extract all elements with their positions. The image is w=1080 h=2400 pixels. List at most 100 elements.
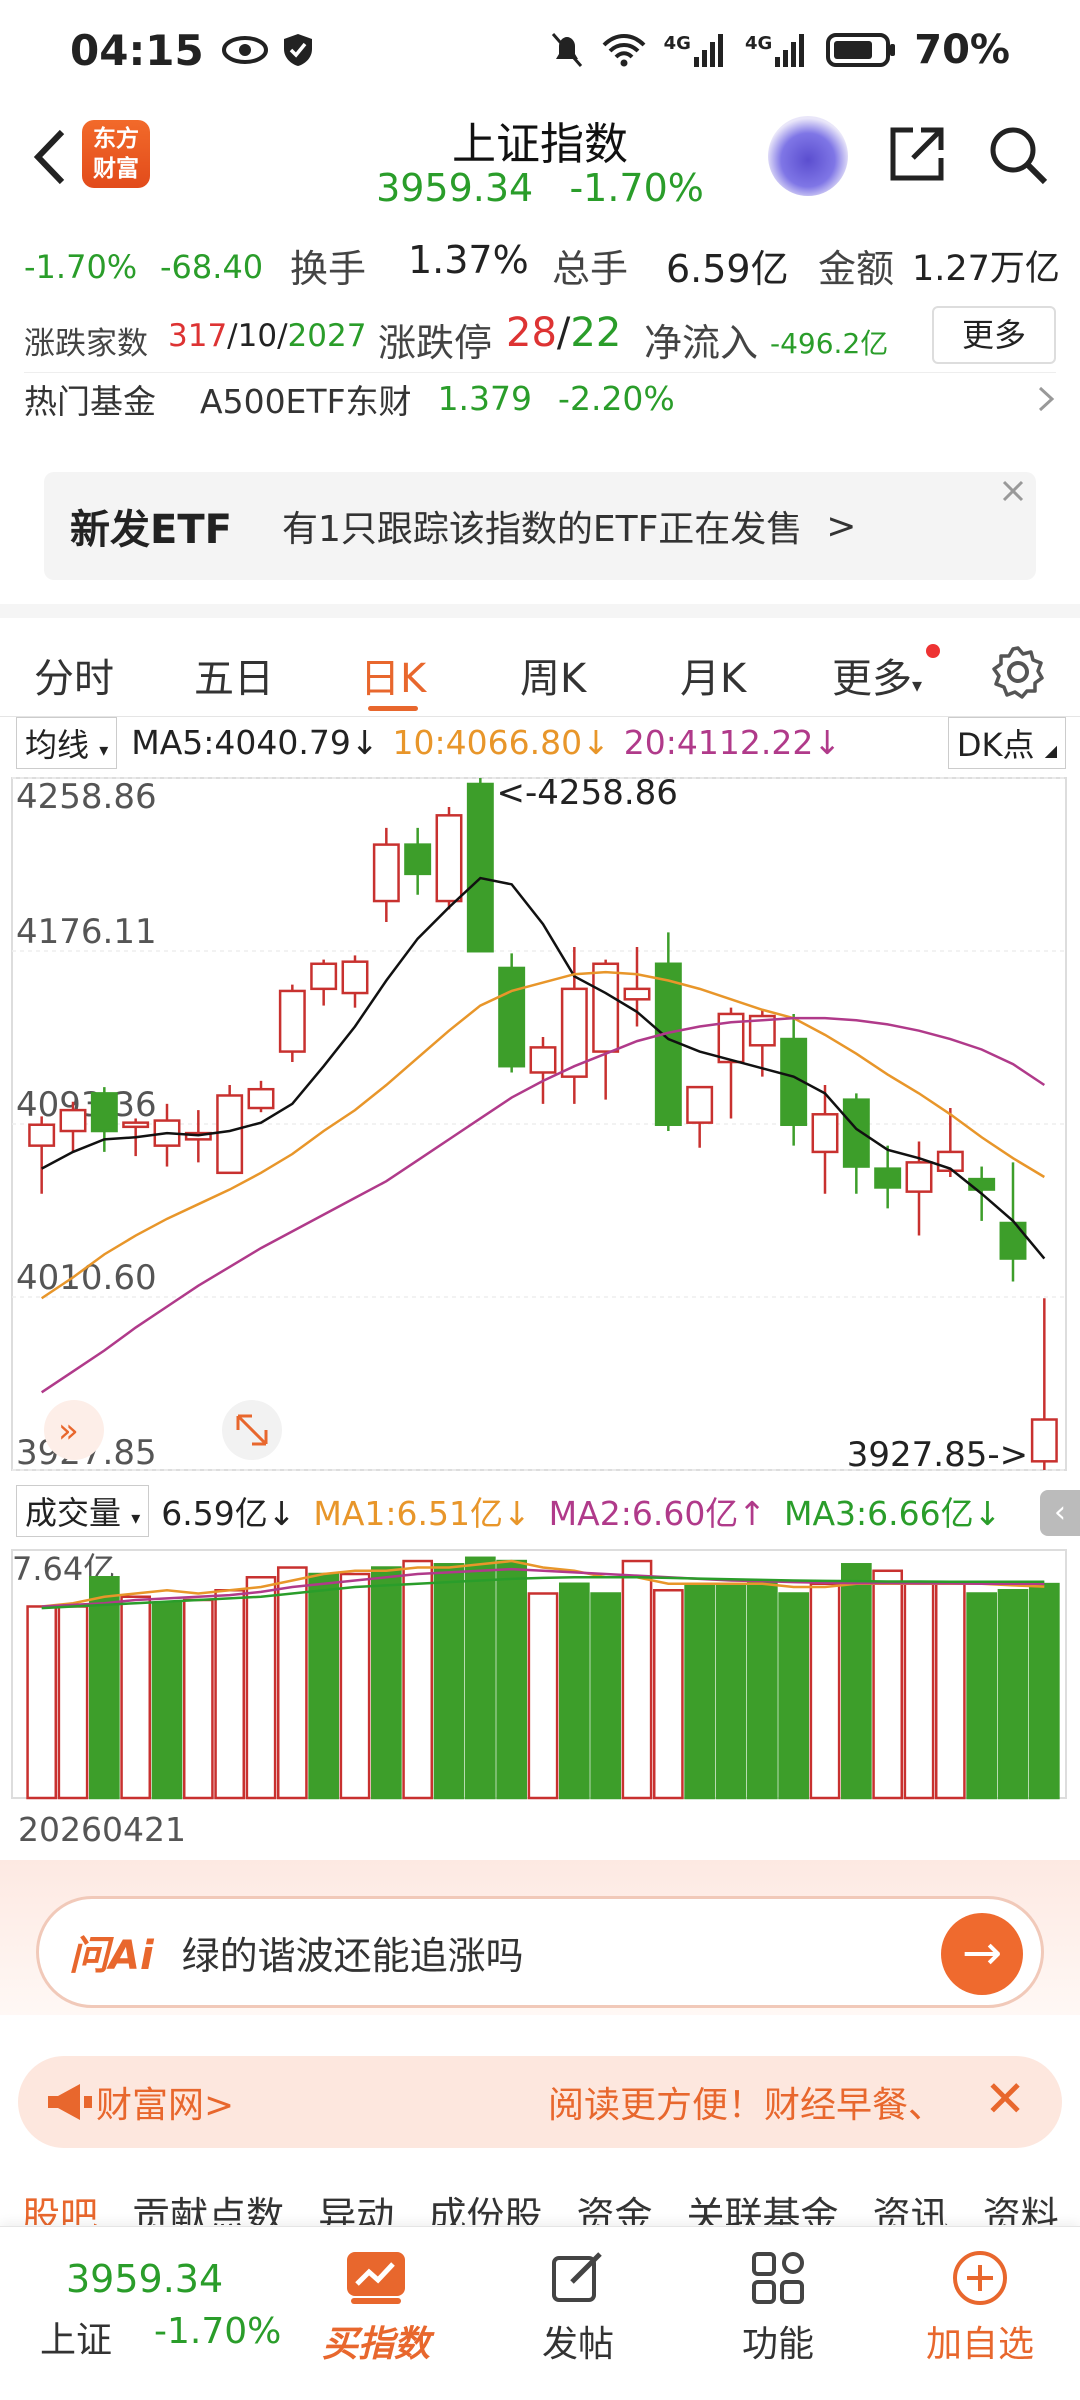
fund-pct: -2.20% (558, 379, 675, 418)
volume-dropdown[interactable]: 成交量 ▾ (16, 1485, 150, 1537)
close-icon[interactable]: ✕ (984, 2070, 1026, 2128)
tab-weekly-k[interactable]: 周K (520, 646, 586, 704)
vol-ma1: MA1:6.51亿↓ (313, 1494, 531, 1533)
ma-dropdown[interactable]: 均线 ▾ (16, 716, 118, 769)
tab-news[interactable]: 资讯 (873, 2194, 949, 2225)
volume-bar (558, 1582, 590, 1800)
volume-bar (809, 1582, 841, 1800)
status-time: 04:15 (70, 25, 204, 75)
candle-body (404, 843, 432, 876)
volume-bar (1028, 1582, 1060, 1800)
candle-body (999, 1221, 1027, 1260)
mute-bell-icon (551, 33, 582, 67)
volume-bar (214, 1589, 246, 1800)
tab-guba[interactable]: 股吧 (22, 2194, 98, 2225)
gear-icon[interactable] (990, 644, 1046, 700)
stat-adv-label: 涨跌家数 (24, 326, 148, 362)
candle-body (341, 960, 369, 995)
volume-bar (496, 1559, 528, 1800)
signal-bars-icon (775, 34, 805, 67)
high-annotation: <-4258.86 (497, 773, 678, 813)
volume-bar (715, 1582, 747, 1800)
candle-body (623, 987, 651, 1001)
candle-body (278, 989, 306, 1053)
fund-label: 热门基金 (24, 381, 156, 421)
candlestick-chart[interactable]: 4258.864176.114093.364010.603927.85<-425… (0, 770, 1080, 1480)
dk-button[interactable]: DK点 ◢ (947, 716, 1066, 769)
volume-chart[interactable]: 7.64亿 (0, 1542, 1080, 1804)
tab-five-day[interactable]: 五日 (194, 646, 274, 704)
double-chevron-icon: » (58, 1411, 79, 1451)
volume-bar (840, 1563, 872, 1800)
candle-body (310, 962, 338, 991)
volume-bar (120, 1595, 152, 1800)
tab-daily-k[interactable]: 日K (360, 646, 426, 711)
close-icon[interactable] (1000, 478, 1026, 504)
shield-icon (283, 34, 312, 66)
volume-bar (433, 1563, 465, 1800)
tab-funds-flow[interactable]: 资金 (576, 2194, 652, 2225)
nav-post[interactable]: 发帖 (508, 2241, 648, 2367)
grid-icon (752, 2252, 804, 2304)
volume-bar (966, 1592, 998, 1800)
y-tick-label: 4176.11 (16, 912, 157, 952)
candle-body (811, 1113, 839, 1154)
tab-monthly-k[interactable]: 月K (680, 646, 746, 704)
search-icon[interactable] (985, 122, 1049, 186)
candle-body (435, 814, 463, 903)
tab-profile[interactable]: 资料 (983, 2194, 1059, 2225)
stats-row-2: 涨跌家数 317/10/2027 涨跌停 28/22 净流入 -496.2亿 (24, 310, 889, 365)
more-stats-button[interactable]: 更多 (932, 306, 1056, 364)
tab-related-funds[interactable]: 关联基金 (687, 2194, 839, 2225)
nav-index-pct: -1.70% (154, 2311, 282, 2352)
tab-more[interactable]: 更多▾ (832, 646, 922, 704)
etf-banner[interactable]: 新发ETF 有1只跟踪该指数的ETF正在发售 > (44, 472, 1036, 580)
candle-body (1030, 1418, 1058, 1463)
volume-bar (182, 1598, 214, 1800)
etf-text: 有1只跟踪该指数的ETF正在发售 (281, 509, 803, 550)
header-change: -1.70% (569, 166, 704, 210)
stat-adv-flat: 10 (237, 318, 278, 354)
tab-contribution[interactable]: 贡献点数 (132, 2194, 284, 2225)
collapse-chevron-icon[interactable]: ‹ (1040, 1490, 1080, 1536)
nav-index-name: 上证 (40, 2320, 113, 2361)
signal-1: 4G (664, 33, 727, 67)
plus-circle-icon (953, 2251, 1007, 2305)
volume-bar (151, 1601, 183, 1800)
y-tick-label: 4258.86 (16, 777, 157, 817)
battery-icon (826, 33, 896, 67)
volume-bar (527, 1592, 559, 1800)
nav-add-watchlist[interactable]: 加自选 (910, 2241, 1050, 2367)
candle-body (90, 1092, 118, 1133)
battery-percent: 70% (914, 27, 1010, 73)
candle-body (466, 782, 494, 953)
tab-movement[interactable]: 异动 (318, 2194, 394, 2225)
robot-avatar-icon[interactable] (768, 116, 848, 196)
tab-constituents[interactable]: 成份股 (428, 2194, 542, 2225)
stat-adv-up: 317 (168, 318, 228, 354)
stat-turnover-label: 换手 (290, 247, 367, 291)
volume-bar (26, 1605, 58, 1800)
candle-body (122, 1121, 150, 1129)
notice-banner[interactable]: 财富网> 阅读更方便！财经早餐、 ✕ (18, 2056, 1062, 2148)
tab-intraday[interactable]: 分时 (34, 646, 114, 704)
arrow-right-icon[interactable]: → (941, 1913, 1023, 1995)
nav-buy-index[interactable]: 买指数 (306, 2241, 446, 2367)
volume-bar (370, 1566, 402, 1800)
ma5-value: MA5:4040.79↓ (131, 723, 379, 762)
notice-message: 阅读更方便！财经早餐、 (548, 2085, 945, 2126)
vol-ma2: MA2:6.60亿↑ (548, 1494, 766, 1533)
volume-bar (464, 1556, 496, 1800)
ai-label: 问Ai (69, 1933, 154, 1979)
stat-limit-down: 22 (570, 310, 622, 356)
candle-body (372, 843, 400, 903)
candle-body (874, 1167, 902, 1189)
volume-bar (276, 1566, 308, 1800)
ai-question-box[interactable]: 问Ai 绿的谐波还能追涨吗 → (36, 1896, 1044, 2008)
volume-bar (746, 1579, 778, 1800)
nav-functions[interactable]: 功能 (708, 2241, 848, 2367)
ai-question: 绿的谐波还能追涨吗 (181, 1933, 524, 1978)
share-icon[interactable] (885, 122, 949, 186)
tab-underline (368, 706, 419, 711)
hot-fund-row[interactable]: 热门基金 A500ETF东财 1.379 -2.20% (24, 372, 1056, 424)
